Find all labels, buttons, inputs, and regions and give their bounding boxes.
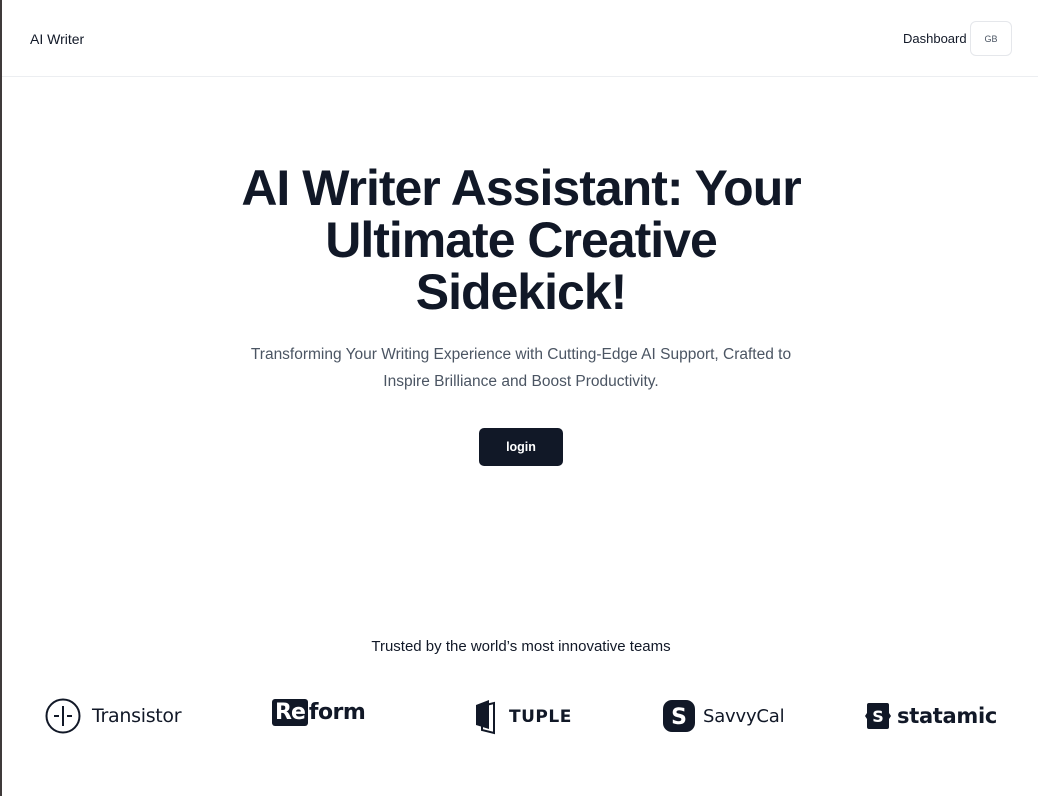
svg-text:S: S [671,705,687,730]
reform-logo: Re form [272,699,366,726]
top-navbar: AI Writer Dashboard GB [2,0,1038,77]
window-edge [0,0,2,796]
transistor-logo-icon [45,698,81,734]
transistor-logo-text: Transistor [92,705,182,727]
savvycal-logo: S SavvyCal [663,700,785,732]
reform-logo-mark: Re [272,699,308,726]
transistor-logo: Transistor [45,698,182,734]
statamic-logo-icon: S [865,703,891,729]
savvycal-logo-icon: S [663,700,695,732]
tuple-logo-text: TUPLE [509,707,572,727]
tuple-logo-icon [476,700,495,735]
trusted-heading: Trusted by the world’s most innovative t… [371,638,671,655]
brand-link[interactable]: AI Writer [30,31,84,47]
savvycal-logo-text: SavvyCal [703,705,785,727]
login-button[interactable]: login [479,428,563,466]
dashboard-link[interactable]: Dashboard [903,31,967,46]
hero-title: AI Writer Assistant: Your Ultimate Creat… [241,160,801,320]
user-avatar-button[interactable]: GB [970,21,1012,56]
tuple-logo: TUPLE [474,699,572,735]
svg-text:S: S [872,707,884,726]
statamic-logo-text: statamic [897,704,998,728]
hero-subtitle: Transforming Your Writing Experience wit… [250,346,792,390]
statamic-logo: S statamic [865,703,997,729]
reform-logo-text: form [308,700,366,725]
